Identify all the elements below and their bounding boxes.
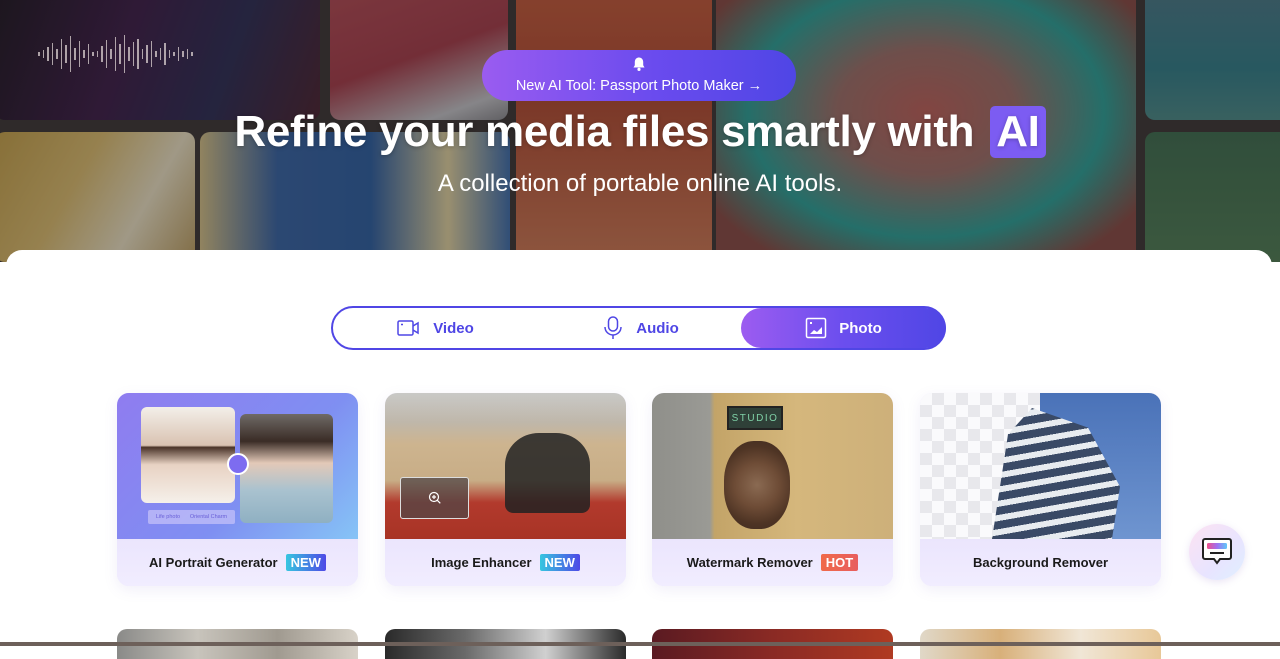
page-subheadline: A collection of portable online AI tools…: [437, 170, 843, 197]
waveform-bar: [150, 41, 152, 67]
woman-figure: [505, 433, 590, 513]
waveform-bar: [123, 35, 125, 73]
image-icon: [806, 317, 827, 339]
announcement-text: New AI Tool: Passport Photo Maker →: [515, 78, 763, 94]
tab-video[interactable]: Video: [333, 308, 538, 348]
hot-badge: HOT: [820, 554, 859, 571]
portrait-caption: Life photo Oriental Charm: [148, 510, 235, 524]
tab-audio-label: Audio: [636, 319, 679, 337]
tab-audio[interactable]: Audio: [538, 308, 743, 348]
doorbell: [724, 441, 790, 529]
waveform-bar: [191, 52, 193, 56]
waveform-bar: [128, 47, 130, 61]
bottom-edge: [0, 642, 1280, 646]
waveform-bar: [101, 46, 103, 62]
background-remover-thumbnail: [920, 393, 1161, 539]
tool-card-ai-portrait-generator[interactable]: Life photo Oriental Charm AI Portrait Ge…: [117, 393, 358, 586]
waveform-bar: [69, 36, 71, 72]
portrait-after-photo: [240, 414, 333, 523]
swap-icon: [227, 453, 249, 475]
waveform-bar: [83, 50, 85, 58]
waveform-bar: [186, 49, 188, 59]
tab-video-label: Video: [433, 319, 474, 337]
caption-left: Life photo: [155, 514, 181, 520]
tab-photo[interactable]: Photo: [741, 308, 946, 348]
waveform-bar: [87, 44, 89, 64]
card-footer: AI Portrait Generator NEW: [117, 539, 358, 586]
tool-name: Background Remover: [972, 555, 1109, 570]
studio-sign: STUDIO: [727, 406, 783, 430]
waveform-bar: [146, 45, 148, 63]
waveform-bar: [47, 47, 49, 61]
chat-bubble-icon: [1202, 538, 1232, 565]
waveform-bar: [141, 49, 143, 59]
waveform-bar: [137, 39, 139, 69]
bell-icon: [633, 57, 645, 71]
tool-card-watermark-remover[interactable]: STUDIO Watermark Remover HOT: [652, 393, 893, 586]
waveform-bar: [65, 45, 67, 63]
microphone-icon: [604, 316, 622, 339]
waveform-bar: [42, 50, 44, 58]
waveform-bar: [78, 41, 80, 67]
headline-text: Refine your media files smartly with: [234, 107, 975, 156]
waveform-bar: [105, 40, 107, 68]
waveform-bar: [96, 51, 98, 57]
waveform-bar: [110, 49, 112, 59]
announcement-banner[interactable]: New AI Tool: Passport Photo Maker →: [482, 50, 796, 101]
watermark-remover-thumbnail: STUDIO: [652, 393, 893, 539]
card-footer: Image Enhancer NEW: [385, 539, 626, 586]
waveform-bar: [159, 48, 161, 60]
portrait-generator-thumbnail: Life photo Oriental Charm: [117, 393, 358, 539]
card-footer: Background Remover: [920, 539, 1161, 586]
tool-name: Image Enhancer: [431, 555, 532, 570]
waveform-bar: [173, 52, 175, 56]
ai-badge: AI: [990, 106, 1046, 158]
zoom-in-icon: [428, 491, 441, 504]
waveform-bar: [74, 48, 76, 60]
portrait-before-photo: [141, 407, 235, 503]
tool-card-image-enhancer[interactable]: Image Enhancer NEW: [385, 393, 626, 586]
waveform-bar: [164, 43, 166, 65]
tab-photo-label: Photo: [839, 319, 882, 337]
waveform-bar: [38, 52, 40, 56]
new-badge: NEW: [539, 554, 580, 571]
waveform-bar: [51, 43, 53, 65]
tool-name: Watermark Remover: [686, 555, 813, 570]
audio-waveform-graphic: [38, 34, 268, 74]
waveform-bar: [132, 42, 134, 66]
page-headline: Refine your media files smartly with AI: [0, 106, 1280, 158]
image-enhancer-thumbnail: [385, 393, 626, 539]
new-badge: NEW: [285, 554, 326, 571]
waveform-bar: [155, 51, 157, 57]
waveform-bar: [60, 39, 62, 69]
tool-card-background-remover[interactable]: Background Remover: [920, 393, 1161, 586]
media-type-tabs: Video Audio Photo: [331, 306, 946, 350]
zoom-preview-box: [400, 477, 469, 519]
tool-name: AI Portrait Generator: [149, 555, 278, 570]
caption-right: Oriental Charm: [189, 514, 228, 520]
waveform-bar: [168, 50, 170, 58]
waveform-bar: [114, 37, 116, 71]
waveform-bar: [177, 47, 179, 61]
waveform-bar: [182, 51, 184, 57]
waveform-bar: [56, 49, 58, 59]
card-footer: Watermark Remover HOT: [652, 539, 893, 586]
waveform-bar: [92, 52, 94, 56]
video-camera-icon: [397, 320, 419, 336]
waveform-bar: [119, 44, 121, 64]
chat-assistant-button[interactable]: [1189, 524, 1245, 580]
